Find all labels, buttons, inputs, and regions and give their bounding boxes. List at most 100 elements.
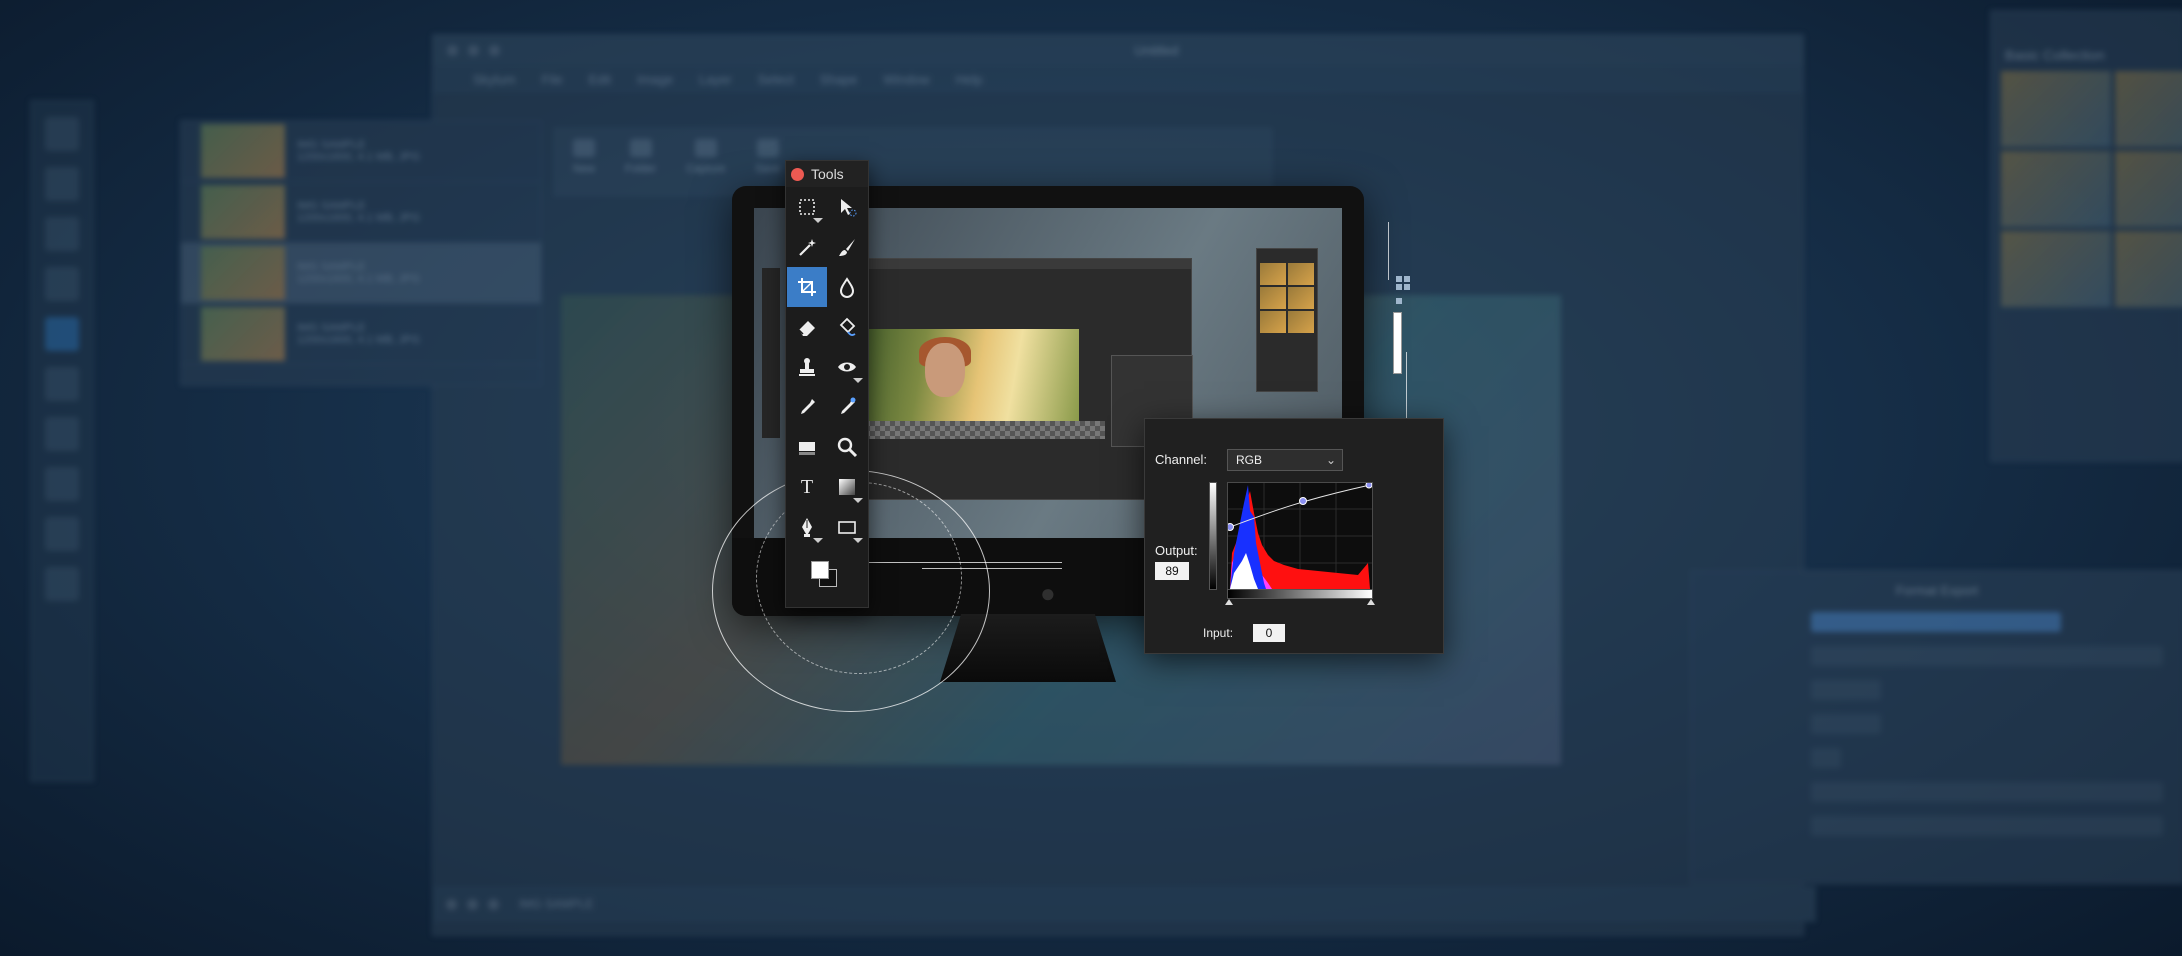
slider-indicator <box>1393 312 1402 374</box>
bg-preset-thumb <box>2001 151 2111 227</box>
bg-menu-item: Help <box>955 71 983 87</box>
close-icon[interactable] <box>791 167 804 181</box>
bg-menu-item: Window <box>883 71 930 87</box>
brush-tool[interactable] <box>827 227 867 267</box>
zoom-tool[interactable] <box>827 427 867 467</box>
blur-drop-tool[interactable] <box>827 267 867 307</box>
bg-tool <box>45 117 79 151</box>
output-field[interactable]: 89 <box>1155 562 1189 580</box>
decor-square <box>1396 276 1402 282</box>
bg-menu-item: Shape <box>819 71 858 87</box>
bg-file-thumb <box>201 246 285 300</box>
tools-title: Tools <box>811 166 844 182</box>
bg-preset-thumb <box>2001 71 2111 147</box>
bg-bottom-tab: IMG SAMPLE <box>519 897 594 911</box>
magic-wand-tool[interactable] <box>787 227 827 267</box>
crop-tool[interactable] <box>787 267 827 307</box>
eraser-tool[interactable] <box>787 307 827 347</box>
camera-icon <box>694 139 717 157</box>
submenu-indicator-icon <box>853 498 863 503</box>
color-swatches[interactable] <box>786 547 868 591</box>
white-point-handle[interactable] <box>1367 599 1375 605</box>
bg-tool <box>45 367 79 401</box>
bg-file-thumb <box>201 185 285 239</box>
bg-tool <box>45 567 79 601</box>
stamp-icon <box>799 358 815 376</box>
type-icon: T <box>800 475 814 498</box>
bg-export-field <box>1811 782 2163 802</box>
bg-file-thumb <box>201 307 285 361</box>
blur-drop-icon <box>839 277 855 298</box>
color-picker-tool[interactable] <box>827 387 867 427</box>
bucket-icon <box>839 317 856 336</box>
bg-tool <box>45 467 79 501</box>
marquee-tool[interactable] <box>787 187 827 227</box>
window-dot <box>489 44 500 56</box>
bg-tool <box>45 417 79 451</box>
mini-collection-panel <box>1256 248 1318 392</box>
decor-square <box>1404 284 1410 290</box>
curve-point[interactable] <box>1299 497 1307 505</box>
bg-menu-item: File <box>541 71 563 87</box>
bg-export-field <box>1811 646 2163 666</box>
bg-file-row: IMG SAMPLE 1200x1600, 4.1 MB, JPG <box>181 304 541 365</box>
chevron-down-icon: ⌄ <box>1325 453 1336 467</box>
bg-file-meta: 1200x1600, 4.1 MB, JPG <box>297 212 420 224</box>
bg-toolbar-item: New <box>573 139 595 185</box>
mini-preset-grid <box>1257 249 1317 347</box>
bg-menu-item: Select <box>757 71 794 87</box>
channel-select[interactable]: RGB ⌄ <box>1227 449 1343 471</box>
curve-point[interactable] <box>1226 523 1234 531</box>
bg-toolbar-item: Folder <box>625 139 656 185</box>
bg-collection-panel: Basic Collection <box>1990 10 2182 462</box>
text-layer-tool[interactable] <box>787 427 827 467</box>
bg-toolbar-label: Folder <box>625 163 657 175</box>
window-dot <box>446 898 457 910</box>
bg-export-dialog: Format Export <box>1690 570 2182 884</box>
foreground-color-swatch[interactable] <box>811 561 829 579</box>
type-tool[interactable]: T <box>787 467 827 507</box>
mini-titlebar <box>851 259 1191 269</box>
window-dot <box>467 898 478 910</box>
black-point-handle[interactable] <box>1225 599 1233 605</box>
bg-export-field <box>1811 680 1881 700</box>
eyedropper-tool[interactable] <box>787 387 827 427</box>
rectangle-tool[interactable] <box>827 507 867 547</box>
eye-tool[interactable] <box>827 347 867 387</box>
folder-icon <box>629 139 652 157</box>
bucket-tool[interactable] <box>827 307 867 347</box>
tools-header: Tools <box>786 161 868 187</box>
bg-toolbar-label: Capture <box>686 163 726 175</box>
bg-file-name: IMG SAMPLE <box>297 200 366 212</box>
bg-toolbar-label: Save <box>755 163 781 175</box>
window-dot <box>488 898 499 910</box>
tool-grid: T <box>786 187 868 547</box>
save-icon <box>756 139 779 157</box>
bg-file-meta: 1200x1600, 4.1 MB, JPG <box>297 334 420 346</box>
bg-export-field <box>1811 748 1841 768</box>
pen-tool[interactable] <box>787 507 827 547</box>
curve-point[interactable] <box>1365 481 1373 489</box>
bg-preset-thumb <box>2001 231 2111 307</box>
gradient-tool[interactable] <box>827 467 867 507</box>
pen-icon <box>802 518 812 537</box>
bg-export-field <box>1811 714 1881 734</box>
bg-tool-palette <box>30 100 94 782</box>
bg-menu-item: Skylum <box>473 71 516 87</box>
curves-histogram <box>1226 481 1373 589</box>
mini-preset <box>1260 263 1286 285</box>
bg-titlebar: Untitled <box>433 35 1803 65</box>
channel-label: Channel: <box>1155 452 1208 467</box>
magic-wand-icon <box>799 239 816 256</box>
zoom-icon <box>837 437 858 458</box>
move-select-tool[interactable] <box>827 187 867 227</box>
bg-tool <box>45 217 79 251</box>
stamp-tool[interactable] <box>787 347 827 387</box>
move-select-icon <box>841 199 857 217</box>
bg-panel-title: Basic Collection <box>2005 47 2105 63</box>
bg-export-title: Format Export <box>1895 583 1979 598</box>
text-layer-icon <box>799 442 815 455</box>
input-field[interactable]: 0 <box>1253 624 1285 642</box>
gradient-icon <box>839 479 855 495</box>
curves-graph[interactable] <box>1226 481 1373 590</box>
